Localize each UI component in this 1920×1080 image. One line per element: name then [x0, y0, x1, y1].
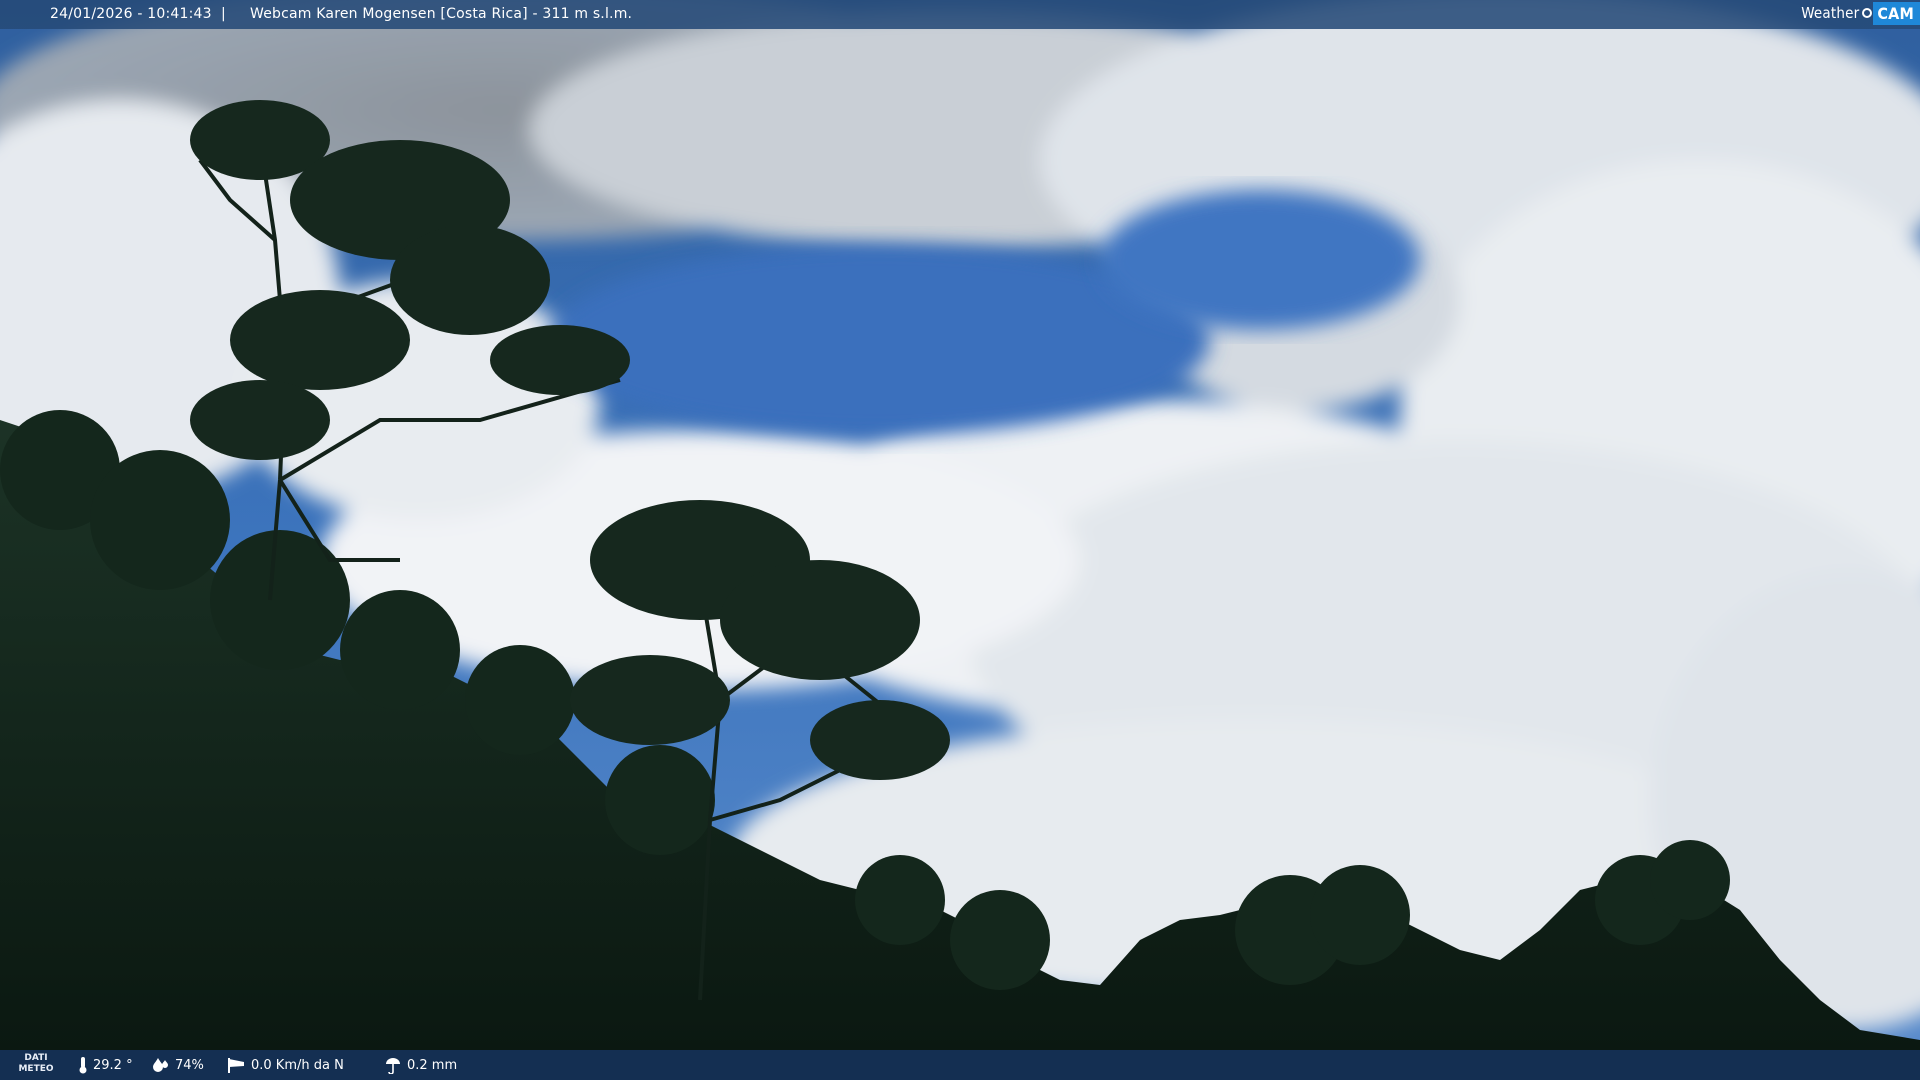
wind-reading: 0.0 Km/h da N: [226, 1050, 344, 1080]
rain-gauge-icon: [386, 1058, 400, 1074]
meteo-label-line1: DATI: [24, 1053, 48, 1063]
logo-text-cam: CAM: [1873, 1, 1920, 25]
humidity-value: 74%: [175, 1057, 204, 1073]
separator: |: [221, 6, 226, 22]
droplet-icon: [153, 1058, 168, 1072]
wind-sock-icon: [228, 1058, 244, 1073]
meteo-label: DATI METEO: [18, 1053, 54, 1075]
webcam-image: [0, 0, 1920, 1080]
top-info-bar: 24/01/2026 - 10:41:43 | Webcam Karen Mog…: [0, 0, 1920, 29]
timestamp: 24/01/2026 - 10:41:43: [50, 6, 212, 22]
humidity-reading: 74%: [152, 1050, 204, 1080]
logo-text-weather: Weather: [1801, 4, 1860, 22]
weathercam-logo: Weather CAM: [1801, 0, 1920, 26]
meteo-data-bar: DATI METEO 29.2 ° 74% 0.0 Km/h da N 0.2 …: [0, 1050, 1920, 1080]
temperature-reading: 29.2 °: [78, 1050, 133, 1080]
webcam-title: Webcam Karen Mogensen [Costa Rica] - 311…: [250, 6, 633, 22]
logo-dot-icon: [1862, 8, 1873, 18]
meteo-label-line2: METEO: [18, 1064, 54, 1074]
webcam-frame: 24/01/2026 - 10:41:43 | Webcam Karen Mog…: [0, 0, 1920, 1080]
temperature-value: 29.2 °: [93, 1057, 133, 1073]
rain-reading: 0.2 mm: [384, 1050, 457, 1080]
thermometer-icon: [79, 1057, 87, 1074]
rain-value: 0.2 mm: [407, 1057, 458, 1073]
wind-value: 0.0 Km/h da N: [251, 1057, 344, 1073]
